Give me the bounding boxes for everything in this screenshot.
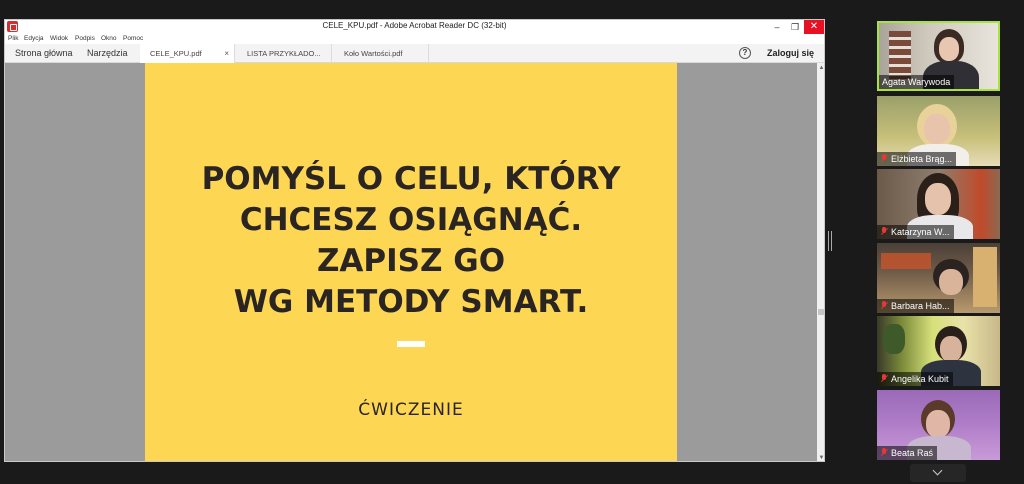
muted-mic-icon: [880, 227, 888, 236]
slide-title: POMYŚL O CELU, KTÓRY CHCESZ OSIĄGNĄĆ. ZA…: [201, 161, 621, 320]
tab-cele-kpu[interactable]: CELE_KPU.pdf ×: [140, 44, 235, 63]
muted-mic-icon: [880, 374, 888, 383]
menu-edit[interactable]: Edycja: [24, 34, 44, 44]
participant-tile[interactable]: Angelika Kubit: [877, 316, 1000, 386]
tab-kolo-wartosci[interactable]: Koło Wartości.pdf: [334, 44, 429, 63]
close-button[interactable]: ✕: [804, 20, 824, 34]
plant: [883, 324, 905, 354]
maximize-button[interactable]: ❐: [786, 20, 804, 34]
scroll-thumb[interactable]: [818, 309, 824, 315]
window-title: CELE_KPU.pdf - Adobe Acrobat Reader DC (…: [322, 21, 507, 30]
cabinet: [973, 247, 997, 307]
participant-face: [924, 114, 950, 144]
participant-name: Beata Raś: [877, 446, 938, 460]
participant-name: Angelika Kubit: [877, 372, 953, 386]
tab-label: Koło Wartości.pdf: [344, 49, 403, 58]
acrobat-reader-window: CELE_KPU.pdf - Adobe Acrobat Reader DC (…: [4, 19, 825, 462]
menu-window[interactable]: Okno: [101, 34, 117, 44]
menu-help[interactable]: Pomoc: [123, 34, 143, 44]
participant-face: [939, 37, 959, 61]
participant-tile[interactable]: Agata Warywoda: [877, 21, 1000, 91]
tools-tab[interactable]: Narzędzia: [87, 44, 128, 63]
tab-close-icon[interactable]: ×: [224, 44, 229, 63]
participant-face: [940, 336, 962, 362]
participant-tile[interactable]: Beata Raś: [877, 390, 1000, 460]
help-icon[interactable]: ?: [739, 47, 751, 59]
participant-name: Barbara Hab...: [877, 299, 954, 313]
exercise-label: ĆWICZENIE: [358, 400, 464, 420]
minimize-button[interactable]: –: [768, 20, 786, 34]
muted-mic-icon: [880, 448, 888, 457]
participant-tile[interactable]: Elżbieta Brąg...: [877, 96, 1000, 166]
tab-label: CELE_KPU.pdf: [150, 49, 202, 58]
vertical-scrollbar[interactable]: ▲ ▼: [817, 63, 824, 461]
participant-face: [939, 269, 963, 295]
participant-face: [925, 183, 951, 215]
title-bar: CELE_KPU.pdf - Adobe Acrobat Reader DC (…: [5, 20, 824, 34]
menu-sign[interactable]: Podpis: [75, 34, 95, 44]
participant-name: Agata Warywoda: [879, 75, 955, 89]
tab-label: LISTA PRZYKŁADO...: [247, 49, 321, 58]
menu-view[interactable]: Widok: [50, 34, 68, 44]
menu-file[interactable]: Plik: [8, 34, 18, 44]
participant-name: Katarzyna W...: [877, 225, 954, 239]
menu-bar: Plik Edycja Widok Podpis Okno Pomoc: [5, 34, 824, 44]
pdf-page: POMYŚL O CELU, KTÓRY CHCESZ OSIĄGNĄĆ. ZA…: [145, 63, 677, 461]
zoom-meeting-window: CELE_KPU.pdf - Adobe Acrobat Reader DC (…: [0, 0, 1024, 484]
login-button[interactable]: Zaloguj się: [767, 44, 814, 63]
muted-mic-icon: [880, 301, 888, 310]
tab-lista-przykladow[interactable]: LISTA PRZYKŁADO...: [237, 44, 332, 63]
wall-painting: [881, 253, 931, 269]
chevron-down-icon[interactable]: [910, 464, 966, 482]
home-tab[interactable]: Strona główna: [15, 44, 73, 63]
participant-tile[interactable]: Katarzyna W...: [877, 169, 1000, 239]
bookshelf: [889, 31, 911, 79]
participant-name: Elżbieta Brąg...: [877, 152, 957, 166]
participant-face: [926, 410, 950, 438]
muted-mic-icon: [880, 154, 888, 163]
divider-bar: [397, 341, 425, 347]
split-resize-handle[interactable]: [828, 231, 832, 251]
scroll-down-icon[interactable]: ▼: [817, 455, 824, 461]
scroll-up-icon[interactable]: ▲: [817, 65, 824, 71]
document-view[interactable]: POMYŚL O CELU, KTÓRY CHCESZ OSIĄGNĄĆ. ZA…: [5, 63, 817, 461]
tab-bar: Strona główna Narzędzia CELE_KPU.pdf × L…: [5, 44, 824, 63]
participant-tile[interactable]: Barbara Hab...: [877, 243, 1000, 313]
